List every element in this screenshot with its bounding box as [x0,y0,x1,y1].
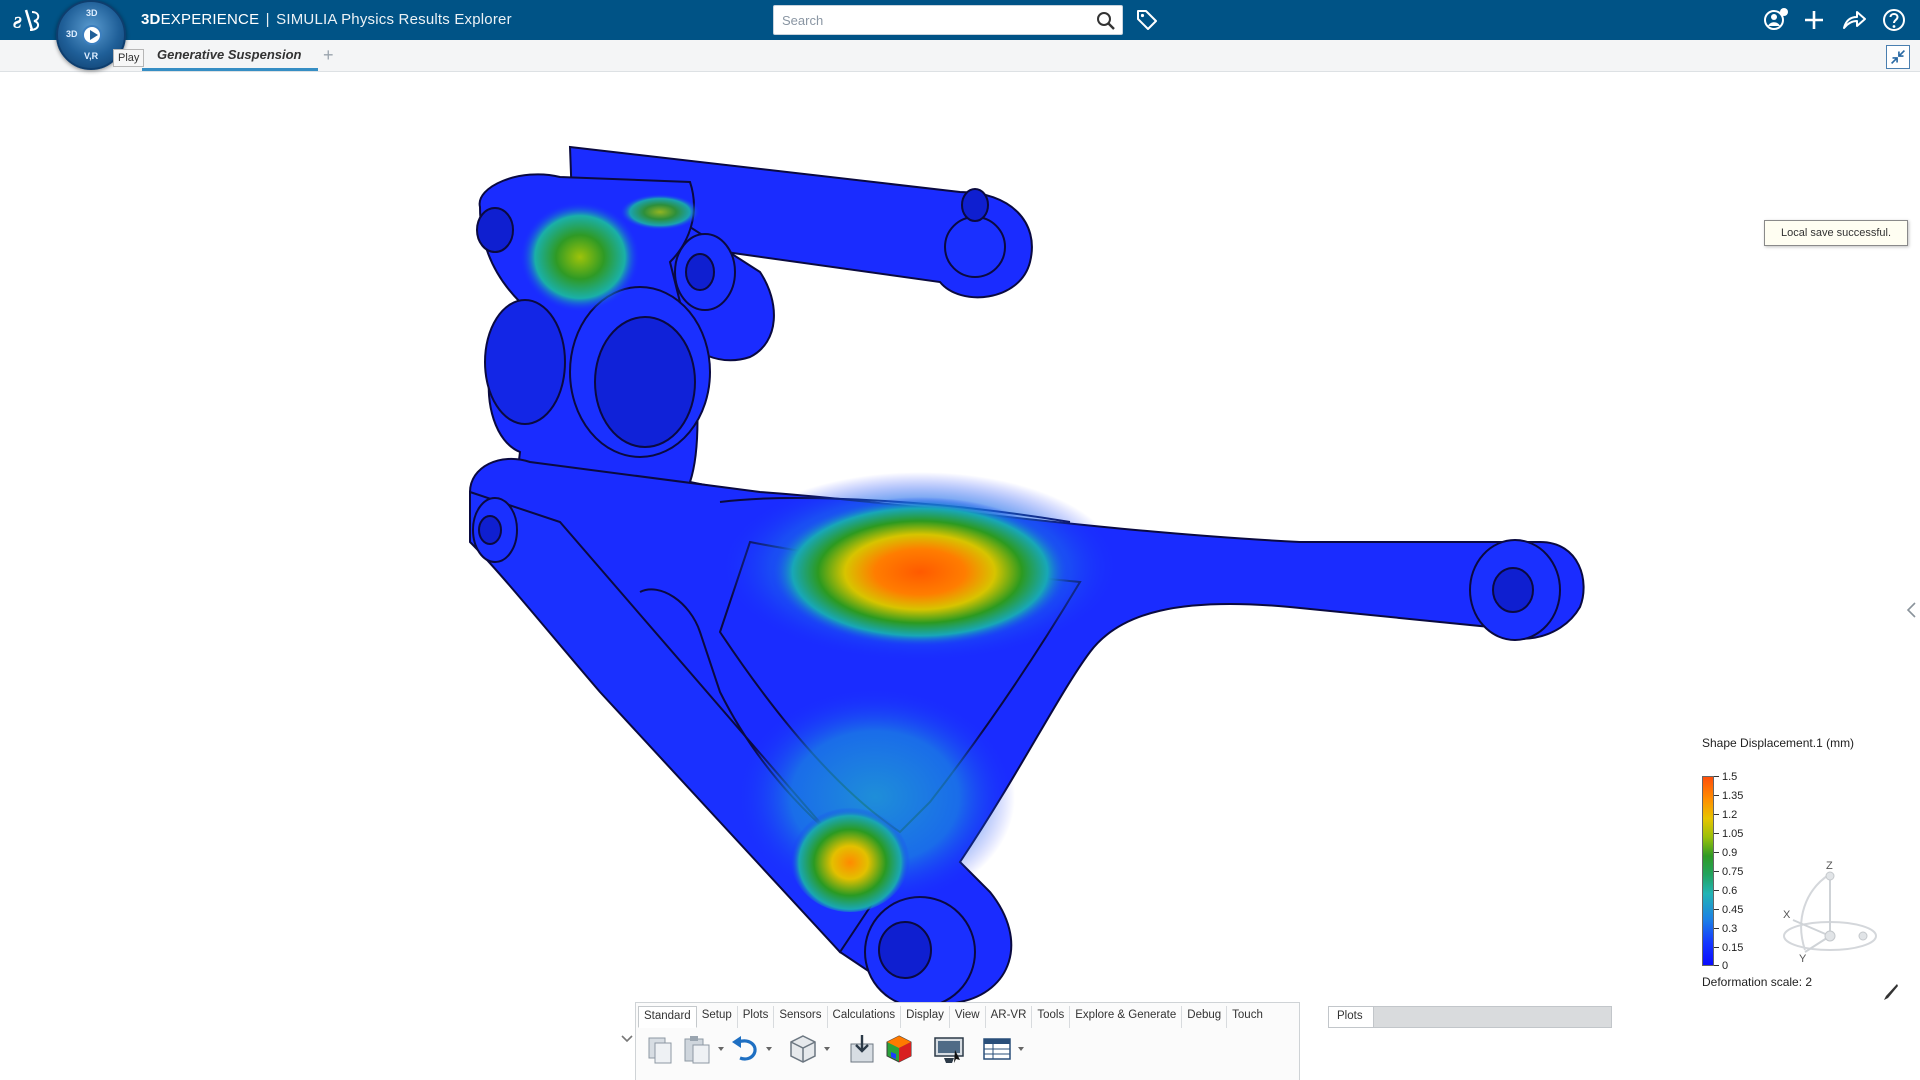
legend-tick [1714,814,1719,815]
help-icon[interactable] [1880,6,1908,34]
image-capture-icon[interactable] [932,1032,966,1066]
pen-icon[interactable] [1880,982,1900,1002]
legend-tick [1714,795,1719,796]
plot-icon[interactable] [882,1032,916,1066]
dassault-logo-icon[interactable]: ƨ [10,4,46,36]
brand-bold: 3D [141,11,161,28]
tag-icon[interactable] [1135,8,1159,32]
svg-text:ƨ: ƨ [13,8,22,34]
compass-south-label: V,R [84,51,99,61]
top-bar: ƨ 3DEXPERIENCE | SIMULIA Physics Results… [0,0,1920,40]
section-tab-ar-vr[interactable]: AR-VR [986,1006,1033,1028]
compass-north-label: 3D [86,8,98,18]
legend-value: 0.9 [1722,847,1738,859]
legend-value: 0.75 [1722,866,1744,878]
action-bar-tools [640,1032,1040,1072]
tab-generative-suspension[interactable]: Generative Suspension [142,40,318,71]
paste-dropdown-icon[interactable] [717,1045,725,1053]
section-tab-tools[interactable]: Tools [1032,1006,1071,1028]
app-title: 3DEXPERIENCE | SIMULIA Physics Results E… [141,11,512,28]
section-tab-calculations[interactable]: Calculations [828,1006,902,1028]
brand-rest: EXPERIENCE [160,11,260,28]
section-tab-display[interactable]: Display [901,1006,950,1028]
legend-tick [1714,928,1719,929]
legend-ticks [1714,776,1720,966]
add-tab-button[interactable]: + [323,45,334,65]
legend-value: 1.35 [1722,790,1744,802]
copy-icon[interactable] [643,1032,677,1066]
legend-value: 0.15 [1722,942,1744,954]
collapse-fullscreen-icon[interactable] [1886,45,1910,69]
search-icon[interactable] [1096,11,1116,31]
legend-tick [1714,776,1719,777]
search-box [773,5,1123,35]
undo-dropdown-icon[interactable] [765,1045,773,1053]
suspension-model[interactable] [0,72,1920,1080]
legend-value: 1.5 [1722,771,1738,783]
legend-tick [1714,965,1719,966]
play-icon[interactable] [82,25,102,45]
legend-value: 1.2 [1722,809,1738,821]
import-icon[interactable] [845,1032,879,1066]
chevron-left-icon[interactable] [1904,600,1918,620]
plots-panel: Plots [1328,1006,1612,1028]
section-tab-standard[interactable]: Standard [638,1006,697,1028]
section-tab-setup[interactable]: Setup [697,1006,738,1028]
axis-y-label: Y [1799,953,1807,965]
user-profile-icon[interactable] [1762,6,1790,34]
legend-color-bar[interactable] [1702,776,1714,966]
model-dropdown-icon[interactable] [823,1045,831,1053]
legend-tick [1714,852,1719,853]
legend-value: 0 [1722,960,1729,972]
legend-title: Shape Displacement.1 (mm) [1702,736,1855,750]
add-icon[interactable] [1800,6,1828,34]
axis-z-label: Z [1826,860,1833,872]
undo-icon[interactable] [728,1032,762,1066]
table-icon[interactable] [980,1032,1014,1066]
legend-value: 0.45 [1722,904,1744,916]
legend-tick [1714,890,1719,891]
section-tab-sensors[interactable]: Sensors [774,1006,828,1028]
title-separator: | [265,11,270,28]
plots-panel-tab[interactable]: Plots [1329,1007,1374,1027]
3d-viewport[interactable]: Local save successful. [0,72,1920,1080]
axis-triad-icon[interactable]: Z X Y [1765,860,1885,970]
legend-tick [1714,833,1719,834]
model-icon[interactable] [786,1032,820,1066]
deformation-scale: Deformation scale: 2 [1702,975,1813,989]
legend-value: 0.6 [1722,885,1738,897]
section-tab-plots[interactable]: Plots [738,1006,775,1028]
section-tab-debug[interactable]: Debug [1182,1006,1228,1028]
axis-x-label: X [1783,909,1791,921]
play-tooltip: Play [113,49,145,67]
search-input[interactable] [774,6,1084,34]
action-bar-collapse-icon[interactable] [619,1030,635,1046]
legend-value: 0.3 [1722,923,1738,935]
compass-west-label: 3D [66,29,78,39]
app-name: SIMULIA Physics Results Explorer [276,11,512,28]
section-tab-explore-generate[interactable]: Explore & Generate [1070,1006,1183,1028]
top-right-toolbar [1762,6,1912,34]
section-tab-touch[interactable]: Touch [1227,1006,1268,1028]
section-tab-view[interactable]: View [950,1006,986,1028]
action-bar-section-tabs: Standard Setup Plots Sensors Calculation… [638,1006,1268,1028]
table-dropdown-icon[interactable] [1017,1045,1025,1053]
share-icon[interactable] [1840,6,1868,34]
legend-tick [1714,871,1719,872]
legend-tick [1714,947,1719,948]
paste-icon[interactable] [680,1032,714,1066]
legend-tick [1714,909,1719,910]
legend-value: 1.05 [1722,828,1744,840]
save-toast: Local save successful. [1764,220,1909,246]
